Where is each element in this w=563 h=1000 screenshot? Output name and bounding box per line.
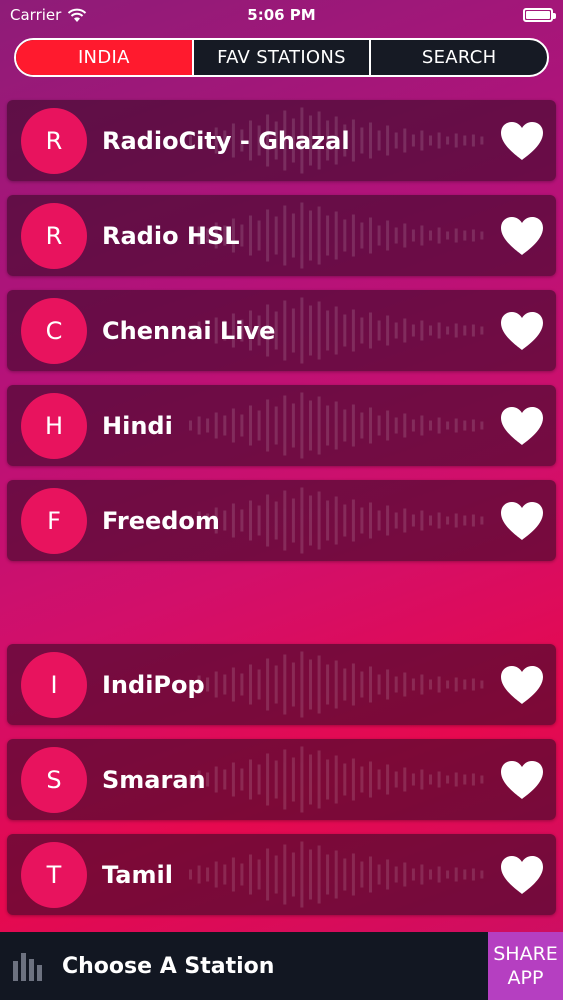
station-avatar: I: [21, 651, 87, 718]
share-app-button[interactable]: SHARE APP: [488, 932, 563, 1000]
station-avatar: T: [21, 841, 87, 908]
station-row[interactable]: S Smaran: [7, 739, 556, 820]
heart-icon[interactable]: [498, 214, 546, 258]
carrier-label: Carrier: [10, 6, 62, 24]
tab-search[interactable]: SEARCH: [369, 40, 547, 75]
tab-bar: INDIA FAV STATIONS SEARCH: [14, 38, 549, 77]
station-row[interactable]: T Tamil: [7, 834, 556, 915]
share-label-line2: APP: [507, 967, 544, 989]
station-row[interactable]: H Hindi: [7, 385, 556, 466]
station-avatar: R: [21, 202, 87, 269]
station-name: Freedom: [102, 506, 220, 535]
station-avatar: R: [21, 107, 87, 174]
station-name: IndiPop: [102, 670, 205, 699]
station-row[interactable]: R Radio HSL: [7, 195, 556, 276]
heart-icon[interactable]: [498, 663, 546, 707]
tab-fav-stations[interactable]: FAV STATIONS: [191, 40, 370, 75]
station-avatar: F: [21, 487, 87, 554]
heart-icon[interactable]: [498, 119, 546, 163]
now-playing-label: Choose A Station: [62, 953, 275, 979]
station-avatar: S: [21, 746, 87, 813]
station-row[interactable]: F Freedom: [7, 480, 556, 561]
station-avatar: C: [21, 297, 87, 364]
station-avatar: H: [21, 392, 87, 459]
station-row[interactable]: C Chennai Live: [7, 290, 556, 371]
station-name: Hindi: [102, 411, 173, 440]
heart-icon[interactable]: [498, 309, 546, 353]
station-row[interactable]: R RadioCity - Ghazal: [7, 100, 556, 181]
heart-icon[interactable]: [498, 499, 546, 543]
share-label-line1: SHARE: [493, 943, 558, 965]
wifi-icon: [68, 8, 87, 22]
equalizer-bars-icon[interactable]: [12, 951, 44, 981]
status-bar: Carrier 5:06 PM: [0, 0, 563, 30]
station-name: RadioCity - Ghazal: [102, 126, 350, 155]
station-name: Smaran: [102, 765, 206, 794]
player-bar: Choose A Station SHARE APP: [0, 932, 563, 1000]
status-left: Carrier: [10, 6, 87, 24]
heart-icon[interactable]: [498, 758, 546, 802]
tab-india[interactable]: INDIA: [16, 40, 192, 75]
station-name: Tamil: [102, 860, 173, 889]
station-row[interactable]: I IndiPop: [7, 644, 556, 725]
station-name: Radio HSL: [102, 221, 240, 250]
battery-icon: [523, 8, 556, 22]
station-name: Chennai Live: [102, 316, 276, 345]
heart-icon[interactable]: [498, 404, 546, 448]
battery-fill: [526, 11, 550, 19]
heart-icon[interactable]: [498, 853, 546, 897]
